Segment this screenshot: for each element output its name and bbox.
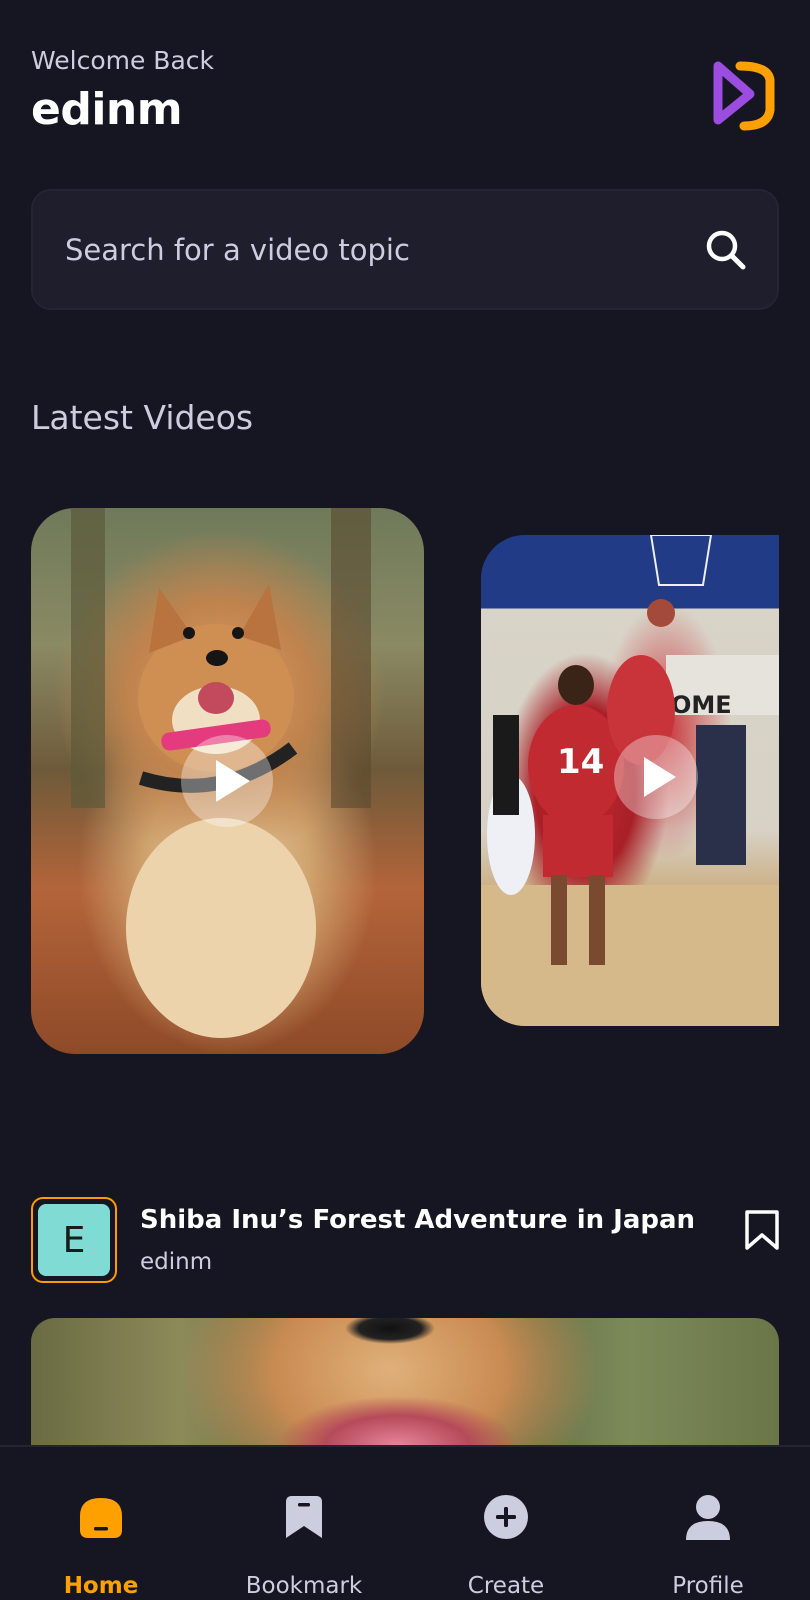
bookmark-icon[interactable] bbox=[744, 1209, 780, 1251]
welcome-text: Welcome Back bbox=[31, 46, 214, 75]
tab-label: Home bbox=[63, 1573, 139, 1599]
svg-text:14: 14 bbox=[557, 742, 604, 782]
app-logo-icon bbox=[713, 61, 775, 131]
avatar[interactable]: E bbox=[31, 1197, 117, 1283]
tab-create[interactable]: Create bbox=[426, 1447, 586, 1600]
profile-icon bbox=[686, 1495, 730, 1540]
search-input[interactable] bbox=[65, 191, 665, 308]
video-card-shiba[interactable] bbox=[31, 508, 424, 1054]
search-icon[interactable] bbox=[704, 228, 748, 272]
home-icon bbox=[80, 1498, 122, 1538]
home-screen: Welcome Back edinm Latest Videos bbox=[0, 0, 810, 1600]
username: edinm bbox=[31, 84, 183, 135]
svg-text:OME: OME bbox=[671, 691, 732, 719]
latest-videos-title: Latest Videos bbox=[31, 398, 254, 437]
search-bar bbox=[31, 189, 779, 310]
play-button[interactable] bbox=[181, 735, 273, 827]
post-video-thumbnail[interactable] bbox=[31, 1318, 779, 1448]
video-card-basketball[interactable]: OME 14 bbox=[481, 535, 779, 1026]
tab-profile[interactable]: Profile bbox=[628, 1447, 788, 1600]
tab-label: Create bbox=[467, 1573, 545, 1599]
tab-label: Profile bbox=[672, 1573, 744, 1599]
tab-home[interactable]: Home bbox=[21, 1447, 181, 1600]
post-author: edinm bbox=[140, 1249, 213, 1275]
plus-circle-icon bbox=[484, 1495, 528, 1539]
tab-label: Bookmark bbox=[245, 1573, 363, 1599]
avatar-letter: E bbox=[38, 1204, 110, 1276]
play-button[interactable] bbox=[614, 735, 698, 819]
tab-bookmark[interactable]: Bookmark bbox=[224, 1447, 384, 1600]
bottom-tab-bar: Home Bookmark Create Profile bbox=[0, 1445, 810, 1600]
post-title: Shiba Inu’s Forest Adventure in Japan bbox=[140, 1205, 696, 1235]
bookmark-icon bbox=[286, 1496, 322, 1538]
